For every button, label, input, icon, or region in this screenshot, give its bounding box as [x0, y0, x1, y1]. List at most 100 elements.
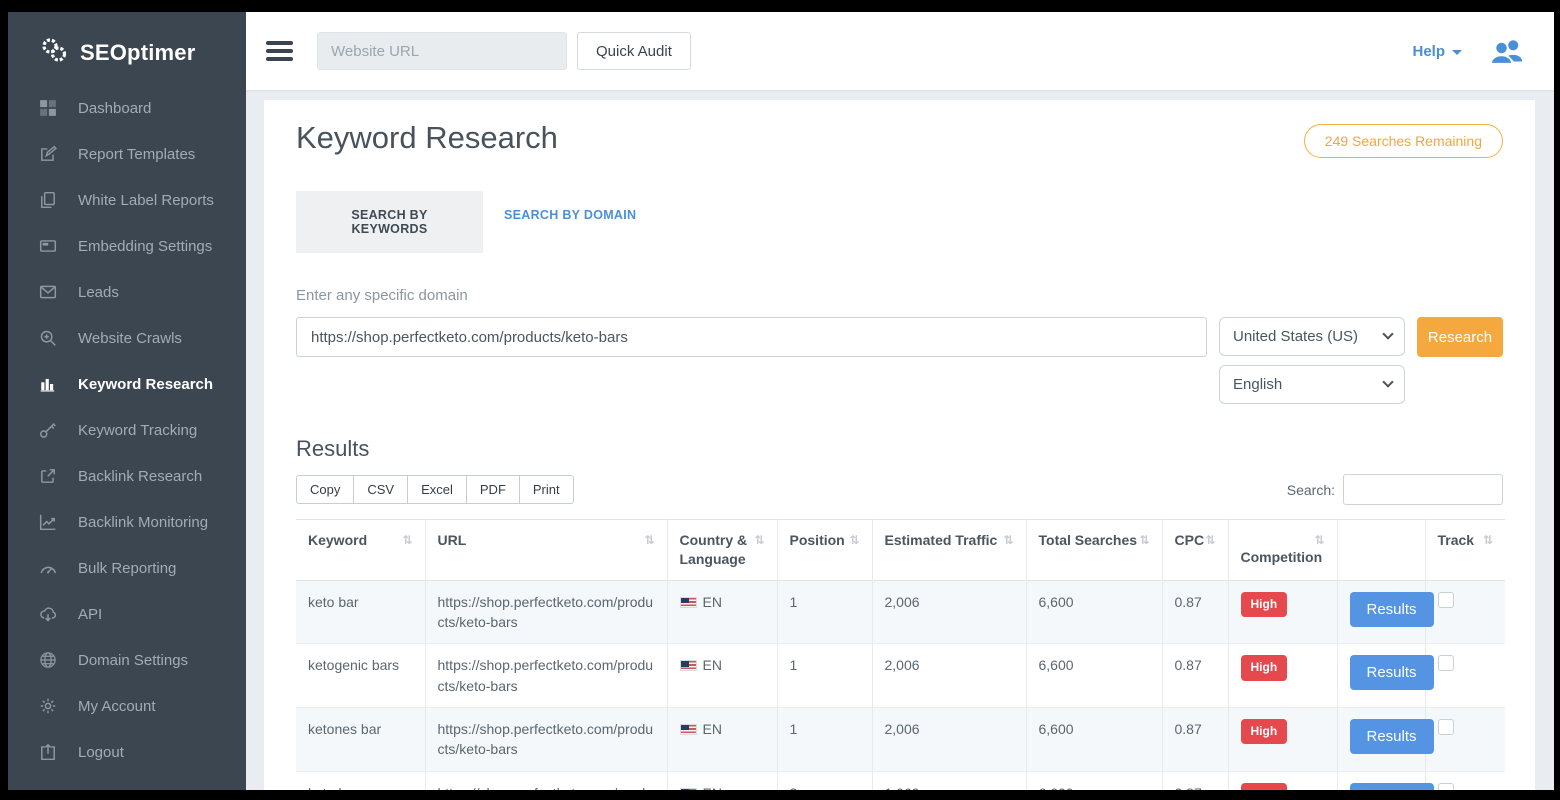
hamburger-menu-icon[interactable] — [266, 37, 293, 66]
track-checkbox[interactable] — [1438, 719, 1454, 735]
logout-icon — [39, 743, 57, 761]
column-header-position[interactable]: ⇅Position — [777, 520, 872, 581]
results-heading: Results — [296, 436, 1503, 462]
row-results-button[interactable]: Results — [1350, 783, 1434, 790]
sidebar-item-api[interactable]: API — [8, 591, 246, 637]
column-header-url[interactable]: ⇅URL — [425, 520, 667, 581]
pdf-button[interactable]: PDF — [466, 475, 520, 504]
csv-button[interactable]: CSV — [353, 475, 408, 504]
us-flag-icon — [680, 724, 697, 735]
sort-icon: ⇅ — [1205, 532, 1215, 548]
table-row: ketones bar https://shop.perfectketo.com… — [296, 707, 1505, 771]
copy-button[interactable]: Copy — [296, 475, 354, 504]
sidebar-item-report-templates[interactable]: Report Templates — [8, 131, 246, 177]
embedding-settings-icon — [39, 237, 57, 255]
sidebar-item-label: Dashboard — [78, 100, 151, 117]
track-cell — [1425, 707, 1505, 771]
results-table: ⇅Keyword ⇅URL ⇅Country & Language ⇅Posit… — [296, 519, 1505, 790]
keyword-research-panel: Keyword Research 249 Searches Remaining … — [264, 100, 1535, 790]
tab-search-by-domain[interactable]: SEARCH BY DOMAIN — [483, 191, 660, 253]
my-account-icon — [39, 697, 57, 715]
track-cell — [1425, 771, 1505, 790]
backlink-research-icon — [39, 467, 57, 485]
sidebar-item-backlink-research[interactable]: Backlink Research — [8, 453, 246, 499]
total-searches-cell: 6,600 — [1026, 771, 1162, 790]
sort-icon: ⇅ — [644, 532, 654, 548]
table-header-row: ⇅Keyword ⇅URL ⇅Country & Language ⇅Posit… — [296, 520, 1505, 581]
sidebar-item-domain-settings[interactable]: Domain Settings — [8, 637, 246, 683]
sort-icon: ⇅ — [402, 532, 412, 548]
sidebar-item-embedding-settings[interactable]: Embedding Settings — [8, 223, 246, 269]
sidebar-item-keyword-tracking[interactable]: Keyword Tracking — [8, 407, 246, 453]
country-language-cell: EN — [667, 707, 777, 771]
competition-cell: High — [1228, 771, 1337, 790]
total-searches-cell: 6,600 — [1026, 707, 1162, 771]
sidebar-item-backlink-monitoring[interactable]: Backlink Monitoring — [8, 499, 246, 545]
row-results-button[interactable]: Results — [1350, 592, 1434, 627]
quick-audit-button[interactable]: Quick Audit — [577, 32, 691, 70]
keyword-cell: ketones bar — [296, 707, 425, 771]
sidebar-item-dashboard[interactable]: Dashboard — [8, 85, 246, 131]
website-url-input[interactable] — [317, 32, 567, 70]
sidebar-item-label: Logout — [78, 744, 124, 761]
track-checkbox[interactable] — [1438, 655, 1454, 671]
sidebar-item-label: API — [78, 606, 102, 623]
tab-search-by-keywords[interactable]: SEARCH BY KEYWORDS — [296, 191, 483, 253]
sidebar-item-website-crawls[interactable]: Website Crawls — [8, 315, 246, 361]
app-window: SEOptimer Dashboard Report Templates Whi… — [8, 12, 1554, 790]
page-title: Keyword Research — [296, 120, 558, 156]
url-cell: https://shop.perfectketo.com/products/ke… — [425, 644, 667, 708]
sidebar-item-label: Bulk Reporting — [78, 560, 176, 577]
chevron-down-icon — [1452, 50, 1462, 55]
sidebar-item-bulk-reporting[interactable]: Bulk Reporting — [8, 545, 246, 591]
column-header-estimated-traffic[interactable]: ⇅Estimated Traffic — [872, 520, 1026, 581]
search-tabs: SEARCH BY KEYWORDS SEARCH BY DOMAIN — [296, 191, 1503, 253]
table-search-input[interactable] — [1343, 474, 1503, 505]
help-menu[interactable]: Help — [1412, 43, 1462, 60]
language-select[interactable]: English — [1219, 365, 1405, 404]
sidebar-item-logout[interactable]: Logout — [8, 729, 246, 775]
sidebar-item-white-label-reports[interactable]: White Label Reports — [8, 177, 246, 223]
help-label: Help — [1412, 43, 1445, 60]
keyword-cell: ketogenic bars — [296, 644, 425, 708]
domain-input[interactable] — [296, 317, 1207, 357]
column-header-keyword[interactable]: ⇅Keyword — [296, 520, 425, 581]
brand-name: SEOptimer — [80, 40, 196, 66]
position-cell: 2 — [777, 771, 872, 790]
sidebar-item-keyword-research[interactable]: Keyword Research — [8, 361, 246, 407]
cpc-cell: 0.87 — [1162, 707, 1228, 771]
column-header-track[interactable]: ⇅Track — [1425, 520, 1505, 581]
sidebar-item-my-account[interactable]: My Account — [8, 683, 246, 729]
excel-button[interactable]: Excel — [407, 475, 467, 504]
column-header-cpc[interactable]: ⇅CPC — [1162, 520, 1228, 581]
column-header-country-language[interactable]: ⇅Country & Language — [667, 520, 777, 581]
seoptimer-logo[interactable]: SEOptimer — [8, 12, 246, 85]
track-checkbox[interactable] — [1438, 592, 1454, 608]
sidebar-item-leads[interactable]: Leads — [8, 269, 246, 315]
action-cell: Results — [1337, 644, 1425, 708]
sidebar-item-label: Keyword Tracking — [78, 422, 197, 439]
sidebar-item-label: Report Templates — [78, 146, 195, 163]
row-results-button[interactable]: Results — [1350, 655, 1434, 690]
country-language-cell: EN — [667, 771, 777, 790]
competition-cell: High — [1228, 580, 1337, 644]
users-icon[interactable] — [1488, 36, 1524, 66]
column-header-competition[interactable]: ⇅Competition — [1228, 520, 1337, 581]
estimated-traffic-cell: 2,006 — [872, 707, 1026, 771]
table-row: keto bars https://shop.perfectketo.com/p… — [296, 771, 1505, 790]
action-cell: Results — [1337, 580, 1425, 644]
api-icon — [39, 605, 57, 623]
url-cell: https://shop.perfectketo.com/products/ke… — [425, 580, 667, 644]
report-templates-icon — [39, 145, 57, 163]
research-button[interactable]: Research — [1417, 317, 1503, 357]
column-header-total-searches[interactable]: ⇅Total Searches — [1026, 520, 1162, 581]
white-label-reports-icon — [39, 191, 57, 209]
country-select[interactable]: United States (US) — [1219, 317, 1405, 356]
sort-icon: ⇅ — [1314, 532, 1324, 548]
competition-high-badge: High — [1241, 655, 1288, 680]
print-button[interactable]: Print — [519, 475, 574, 504]
action-cell: Results — [1337, 771, 1425, 790]
track-checkbox[interactable] — [1438, 783, 1454, 790]
cpc-cell: 0.87 — [1162, 644, 1228, 708]
row-results-button[interactable]: Results — [1350, 719, 1434, 754]
